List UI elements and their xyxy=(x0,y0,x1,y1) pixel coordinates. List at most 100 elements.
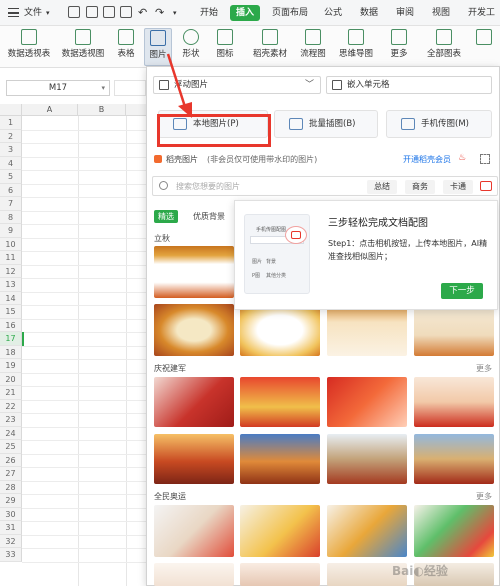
row-header-20[interactable]: 20 xyxy=(0,372,22,386)
image-thumbnail[interactable] xyxy=(327,505,407,557)
row-header-18[interactable]: 18 xyxy=(0,345,22,359)
column-header-b[interactable]: B xyxy=(78,104,126,116)
row-header-27[interactable]: 27 xyxy=(0,467,22,481)
row-header-9[interactable]: 9 xyxy=(0,224,22,238)
image-thumbnail[interactable] xyxy=(240,304,320,356)
tab-review[interactable]: 审阅 xyxy=(396,0,414,26)
row-header-21[interactable]: 21 xyxy=(0,386,22,400)
menu-file[interactable]: 文件 xyxy=(24,0,42,26)
export-pdf-icon[interactable] xyxy=(86,6,98,18)
image-thumbnail[interactable] xyxy=(327,304,407,356)
redo-icon[interactable]: ↷ xyxy=(155,0,164,26)
name-box[interactable]: M17 ▾ xyxy=(6,80,110,96)
image-thumbnail[interactable] xyxy=(154,304,234,356)
row-header-6[interactable]: 6 xyxy=(0,183,22,197)
image-thumbnail[interactable] xyxy=(154,434,234,484)
tab-insert[interactable]: 插入 xyxy=(230,5,261,21)
row-header-3[interactable]: 3 xyxy=(0,143,22,157)
tab-page-layout[interactable]: 页面布局 xyxy=(272,0,308,26)
row-header-4[interactable]: 4 xyxy=(0,156,22,170)
column-header-a[interactable]: A xyxy=(22,104,78,116)
row-header-28[interactable]: 28 xyxy=(0,480,22,494)
row-header-8[interactable]: 8 xyxy=(0,210,22,224)
pivot-chart-button[interactable]: 数据透视图 xyxy=(58,28,108,66)
table-button[interactable]: 表格 xyxy=(114,28,138,66)
row-header-29[interactable]: 29 xyxy=(0,494,22,508)
image-thumbnail[interactable] xyxy=(154,377,234,427)
image-thumbnail[interactable] xyxy=(154,563,234,586)
row-header-17[interactable]: 17 xyxy=(0,332,22,346)
line-chart-button[interactable] xyxy=(472,28,496,66)
row-header-2[interactable]: 2 xyxy=(0,129,22,143)
image-thumbnail[interactable] xyxy=(414,304,494,356)
tab-developer[interactable]: 开发工 xyxy=(468,0,495,26)
image-thumbnail[interactable] xyxy=(414,505,494,557)
vip-link[interactable]: 开通稻壳会员 xyxy=(403,154,451,165)
search-tag-business[interactable]: 商务 xyxy=(405,180,435,194)
mindmap-button[interactable]: 思维导图 xyxy=(336,28,376,66)
image-thumbnail[interactable] xyxy=(327,434,407,484)
row-header-15[interactable]: 15 xyxy=(0,305,22,319)
more-link[interactable]: 更多 xyxy=(476,491,492,502)
row-header-32[interactable]: 32 xyxy=(0,534,22,548)
camera-search-icon[interactable] xyxy=(480,181,492,191)
daoke-material-button[interactable]: 稻壳素材 xyxy=(250,28,290,66)
row-header-31[interactable]: 31 xyxy=(0,521,22,535)
search-tag-cartoon[interactable]: 卡通 xyxy=(443,180,473,194)
row-header-33[interactable]: 33 xyxy=(0,548,22,562)
image-thumbnail[interactable] xyxy=(240,563,320,586)
row-header-30[interactable]: 30 xyxy=(0,507,22,521)
save-icon[interactable] xyxy=(68,6,80,18)
chevron-down-icon[interactable]: ▾ xyxy=(46,0,50,26)
tab-formulas[interactable]: 公式 xyxy=(324,0,342,26)
image-thumbnail[interactable] xyxy=(154,246,234,298)
image-thumbnail[interactable] xyxy=(414,377,494,427)
row-header-5[interactable]: 5 xyxy=(0,170,22,184)
undo-icon[interactable]: ↶ xyxy=(138,0,147,26)
more-link[interactable]: 更多 xyxy=(476,363,492,374)
row-header-11[interactable]: 11 xyxy=(0,251,22,265)
select-all-corner[interactable] xyxy=(0,104,22,116)
image-thumbnail[interactable] xyxy=(327,377,407,427)
image-thumbnail[interactable] xyxy=(240,505,320,557)
column-header-c[interactable] xyxy=(126,104,146,116)
row-header-19[interactable]: 19 xyxy=(0,359,22,373)
row-header-12[interactable]: 12 xyxy=(0,264,22,278)
image-thumbnail[interactable] xyxy=(414,434,494,484)
row-header-26[interactable]: 26 xyxy=(0,453,22,467)
more-button[interactable]: 更多 xyxy=(384,28,414,66)
image-thumbnail[interactable] xyxy=(154,505,234,557)
tab-home[interactable]: 开始 xyxy=(200,0,218,26)
row-header-24[interactable]: 24 xyxy=(0,426,22,440)
pivot-table-button[interactable]: 数据透视表 xyxy=(4,28,54,66)
row-header-14[interactable]: 14 xyxy=(0,291,22,305)
row-header-25[interactable]: 25 xyxy=(0,440,22,454)
next-step-button[interactable]: 下一步 xyxy=(441,283,483,299)
icons-button[interactable]: 图标 xyxy=(210,28,240,66)
phone-image-button[interactable]: 手机传图(M) xyxy=(386,110,492,138)
formula-bar[interactable] xyxy=(114,80,146,96)
image-thumbnail[interactable] xyxy=(240,377,320,427)
embed-cell-option[interactable]: 嵌入单元格 xyxy=(326,76,492,94)
gridline xyxy=(22,561,146,563)
row-header-22[interactable]: 22 xyxy=(0,399,22,413)
tab-view[interactable]: 视图 xyxy=(432,0,450,26)
row-header-16[interactable]: 16 xyxy=(0,318,22,332)
tab-data[interactable]: 数据 xyxy=(360,0,378,26)
preview-icon[interactable] xyxy=(120,6,132,18)
row-header-10[interactable]: 10 xyxy=(0,237,22,251)
image-thumbnail[interactable] xyxy=(240,434,320,484)
filter-tab-featured[interactable]: 精选 xyxy=(154,210,178,223)
row-header-1[interactable]: 1 xyxy=(0,116,22,130)
filter-tab-background[interactable]: 优质背景 xyxy=(193,211,225,222)
row-header-13[interactable]: 13 xyxy=(0,278,22,292)
print-icon[interactable] xyxy=(103,6,115,18)
row-header-23[interactable]: 23 xyxy=(0,413,22,427)
quick-access-chevron-icon[interactable]: ▾ xyxy=(173,0,177,26)
batch-image-button[interactable]: 批量插图(B) xyxy=(274,110,378,138)
grid-view-icon[interactable] xyxy=(480,154,490,164)
row-header-7[interactable]: 7 xyxy=(0,197,22,211)
all-charts-button[interactable]: 全部图表 xyxy=(424,28,464,66)
search-tag-summary[interactable]: 总结 xyxy=(367,180,397,194)
flowchart-button[interactable]: 流程图 xyxy=(296,28,330,66)
